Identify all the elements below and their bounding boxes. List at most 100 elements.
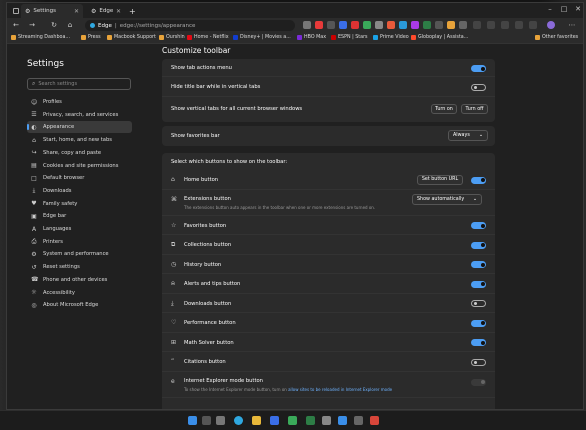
favorite-item[interactable]: Disney+ | Movies a... — [233, 35, 291, 40]
extension-icon[interactable] — [423, 21, 431, 29]
cookie-icon: ▤ — [31, 162, 37, 169]
back-icon[interactable]: ← — [11, 21, 21, 29]
settings-icon[interactable] — [354, 416, 363, 425]
setting-label: Alerts and tips button — [184, 281, 241, 287]
performance-icon[interactable] — [529, 21, 537, 29]
sidebar-item-default-browser[interactable]: □ Default browser — [27, 172, 132, 184]
collections-button-toggle[interactable] — [471, 241, 486, 249]
search-input[interactable]: ⌕ Search settings — [27, 78, 131, 90]
extensions-button-dropdown[interactable]: Show automatically ⌄ — [412, 193, 482, 205]
favorites-bar-dropdown[interactable]: Always ⌄ — [448, 130, 488, 141]
split-screen-icon[interactable] — [473, 21, 481, 29]
browser-icon: □ — [31, 174, 37, 182]
new-tab-button[interactable]: + — [125, 4, 140, 18]
favorite-item[interactable]: Ourshin — [159, 35, 185, 40]
close-window-icon[interactable]: ✕ — [571, 5, 583, 13]
xbox-icon[interactable] — [288, 416, 297, 425]
sidebar-item-privacy-search-and-services[interactable]: ☰ Privacy, search, and services — [27, 109, 132, 121]
file-explorer-icon[interactable] — [252, 416, 261, 425]
favorite-item[interactable]: HBO Max — [297, 35, 326, 40]
citations-button-toggle[interactable] — [471, 358, 486, 366]
app-icon[interactable] — [370, 416, 379, 425]
extension-icon[interactable] — [447, 21, 455, 29]
favorites-icon[interactable] — [487, 21, 495, 29]
tab-actions-toggle[interactable] — [471, 65, 486, 72]
app-icon[interactable] — [338, 416, 347, 425]
favorite-item[interactable]: Prime Video — [373, 35, 409, 40]
sidebar-item-accessibility[interactable]: ☼ Accessibility — [27, 287, 132, 299]
extension-icon[interactable] — [303, 21, 311, 29]
store-icon[interactable] — [270, 416, 279, 425]
close-icon[interactable]: ✕ — [116, 8, 121, 15]
more-icon[interactable]: ⋯ — [567, 21, 577, 29]
sidebar-item-languages[interactable]: A Languages — [27, 223, 132, 235]
favorite-item[interactable]: Globoplay | Assista... — [411, 35, 468, 40]
favorites-bar-card: Show favorites bar Always ⌄ — [162, 126, 495, 146]
edge-icon[interactable] — [234, 416, 243, 425]
home-icon[interactable]: ⌂ — [65, 21, 75, 29]
sidebar-item-edge-bar[interactable]: ▣ Edge bar — [27, 210, 132, 222]
favorites-button-toggle[interactable] — [471, 222, 486, 229]
sidebar-item-downloads[interactable]: ⤓ Downloads — [27, 185, 132, 197]
other-favorites[interactable]: Other favorites — [535, 35, 578, 40]
extension-icon[interactable] — [315, 21, 323, 29]
extension-icon[interactable] — [459, 21, 467, 29]
sidebar-item-reset-settings[interactable]: ↺ Reset settings — [27, 261, 132, 273]
tab-edge[interactable]: ⚙ Edge ✕ — [87, 4, 125, 18]
refresh-icon[interactable]: ↻ — [49, 21, 59, 29]
start-icon[interactable] — [188, 416, 197, 425]
printer-icon: ⎙ — [31, 237, 37, 245]
extension-icon[interactable] — [351, 21, 359, 29]
set-button-url-button[interactable]: Set button URL — [417, 174, 463, 185]
folder-icon — [535, 35, 540, 40]
turn-on-button[interactable]: Turn on — [431, 104, 457, 114]
extension-icon[interactable] — [375, 21, 383, 29]
sidebar-item-appearance[interactable]: ◐ Appearance — [27, 121, 132, 134]
favorite-item[interactable]: Macbook Support — [107, 35, 156, 40]
home-button-toggle[interactable] — [471, 176, 486, 184]
settings-sidebar: Settings ⌕ Search settings ☺ Profiles ☰ Pri… — [7, 45, 157, 409]
turn-off-button[interactable]: Turn off — [461, 104, 488, 114]
close-icon[interactable]: ✕ — [74, 8, 79, 15]
favorite-item[interactable]: Home - Netflix — [187, 35, 229, 40]
search-icon[interactable] — [202, 416, 211, 425]
sidebar-item-cookies-and-site-permissions[interactable]: ▤ Cookies and site permissions — [27, 160, 132, 172]
extension-icon[interactable] — [339, 21, 347, 29]
forward-icon[interactable]: → — [27, 21, 37, 29]
sidebar-item-start-home-and-new-tabs[interactable]: ⌂ Start, home, and new tabs — [27, 134, 132, 146]
task-view-icon[interactable] — [216, 416, 225, 425]
sidebar-item-about-microsoft-edge[interactable]: ◎ About Microsoft Edge — [27, 299, 132, 311]
sidebar-item-label: Accessibility — [43, 289, 75, 296]
collections-icon[interactable] — [501, 21, 509, 29]
history-icon[interactable] — [515, 21, 523, 29]
math-solver-button-toggle[interactable] — [471, 339, 486, 346]
extension-icon[interactable] — [435, 21, 443, 29]
favorite-item[interactable]: Press — [81, 35, 101, 40]
extension-icon[interactable] — [363, 21, 371, 29]
extension-icon[interactable] — [399, 21, 407, 29]
extension-icon[interactable] — [327, 21, 335, 29]
sidebar-item-family-safety[interactable]: ♥ Family safety — [27, 198, 132, 210]
sidebar-item-system-and-performance[interactable]: ⚙ System and performance — [27, 248, 132, 260]
favorite-item[interactable]: ESPN | Stars — [331, 35, 368, 40]
performance-button-toggle[interactable] — [471, 319, 486, 327]
tab-settings[interactable]: ⚙ Settings ✕ — [21, 4, 83, 18]
sidebar-item-profiles[interactable]: ☺ Profiles — [27, 96, 132, 108]
app-icon[interactable] — [306, 416, 315, 425]
maximize-icon[interactable]: □ — [557, 5, 571, 13]
sidebar-item-printers[interactable]: ⎙ Printers — [27, 236, 132, 248]
address-bar[interactable]: Edge | edge://settings/appearance — [85, 20, 295, 31]
app-icon[interactable] — [322, 416, 331, 425]
sidebar-item-phone-and-other-devices[interactable]: ☎ Phone and other devices — [27, 274, 132, 286]
sidebar-item-share-copy-and-paste[interactable]: ↪ Share, copy and paste — [27, 147, 132, 159]
extension-icon[interactable] — [411, 21, 419, 29]
downloads-button-toggle[interactable] — [471, 300, 486, 307]
minimize-icon[interactable]: – — [543, 5, 557, 13]
favorite-item[interactable]: Streaming Dashboa... — [11, 35, 70, 40]
history-button-toggle[interactable] — [471, 261, 486, 268]
avatar[interactable] — [547, 21, 555, 29]
ie-mode-link[interactable]: allow sites to be reloaded in Internet E… — [288, 387, 392, 392]
hide-title-bar-toggle[interactable] — [471, 84, 486, 91]
alerts-and-tips-button-toggle[interactable] — [471, 280, 486, 288]
extension-icon[interactable] — [387, 21, 395, 29]
